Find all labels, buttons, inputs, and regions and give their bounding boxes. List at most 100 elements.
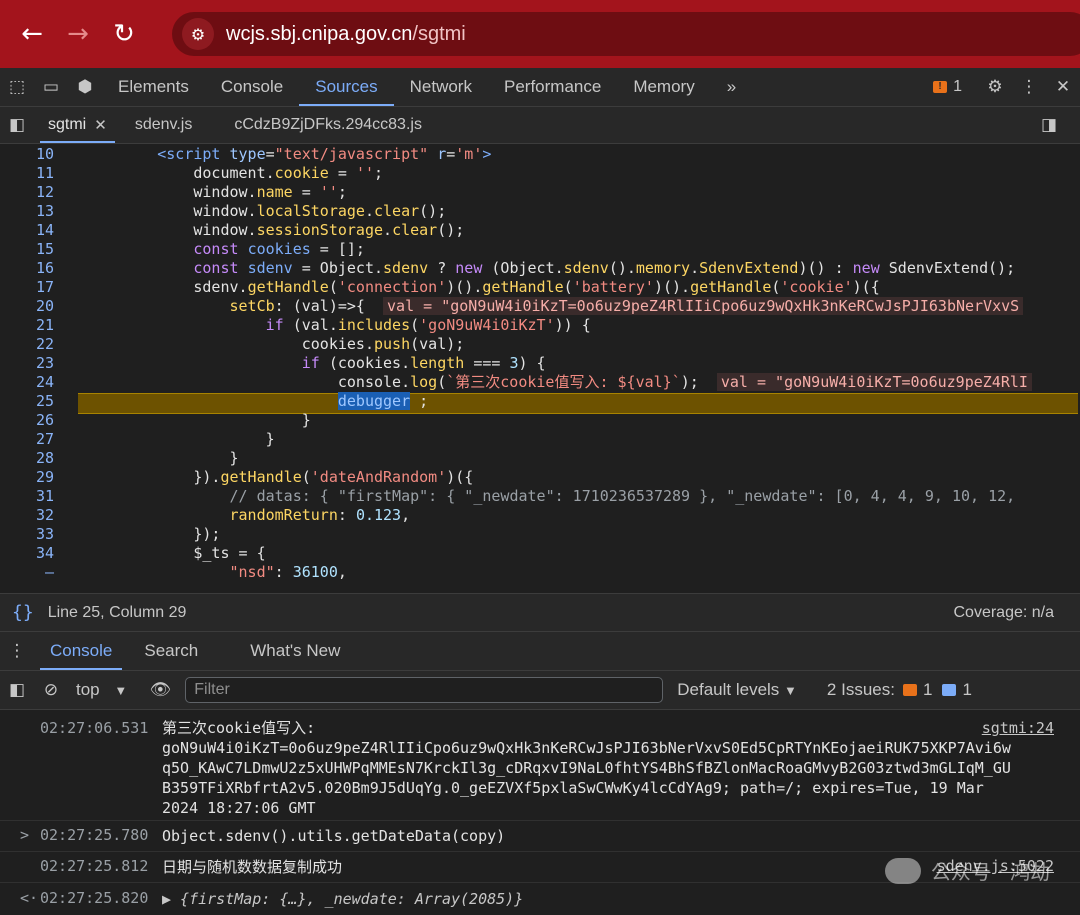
tab-sources[interactable]: Sources [299, 68, 395, 106]
tab-performance[interactable]: Performance [488, 68, 617, 106]
close-devtools-icon[interactable]: ✕ [1046, 77, 1080, 97]
devtools-tabbar: ⬚ ▭ ⬢ Elements Console Sources Network P… [0, 68, 1080, 107]
file-tab-sgtmi[interactable]: sgtmi ✕ [34, 107, 121, 143]
drawer-tab-whats-new[interactable]: What's New [234, 632, 356, 670]
line-number: 34 [35, 544, 54, 562]
drawer-menu-icon[interactable]: ⋮ [0, 641, 34, 661]
line-number: 21 [35, 316, 54, 334]
line-number: 33 [35, 525, 54, 543]
drawer-tabbar: ⋮ Console Search What's New [0, 632, 1080, 671]
url-field[interactable]: ⚙ wcjs.sbj.cnipa.gov.cn/sgtmi [172, 12, 1080, 56]
file-tabbar: ◧ sgtmi ✕ sdenv.js cCdzB9ZjDFks.294cc83.j… [0, 107, 1080, 144]
line-number: 27 [35, 430, 54, 448]
message-source-link[interactable]: sgtmi:24 [982, 719, 1054, 737]
code-line: 31 // datas: { "firstMap": { "_newdate":… [0, 487, 1080, 506]
result-prompt-icon: <· [20, 889, 39, 907]
console-output: 02:27:06.531 第三次cookie值写入: goN9uW4i0iKzT… [0, 710, 1080, 915]
watermark: 公众号 · 鸿劫 [884, 856, 1050, 885]
drawer-tab-search[interactable]: Search [128, 632, 214, 670]
code-line-paused: 25 debugger ; [0, 392, 1080, 411]
code-line: 32 randomReturn: 0.123, [0, 506, 1080, 525]
code-line: 33 }); [0, 525, 1080, 544]
line-number: 20 [35, 297, 54, 315]
issues-badge[interactable]: ! 1 [933, 78, 962, 96]
watermark-text: 公众号 · 鸿劫 [930, 860, 1050, 884]
code-line: 13 window.localStorage.clear(); [0, 202, 1080, 221]
reload-icon[interactable]: ↻ [110, 19, 138, 49]
navigator-toggle-icon[interactable]: ◧ [0, 115, 34, 135]
tab-console[interactable]: Console [205, 68, 299, 106]
console-message: 02:27:06.531 第三次cookie值写入: goN9uW4i0iKzT… [0, 710, 1080, 821]
context-selector[interactable]: top ▼ [76, 680, 127, 700]
forward-icon[interactable]: → [64, 19, 92, 49]
tab-network[interactable]: Network [394, 68, 488, 106]
wechat-logo-icon [884, 857, 921, 884]
debugger-toggle-icon[interactable]: ◨ [1032, 115, 1066, 135]
code-line: 16 const sdenv = Object.sdenv ? new (Obj… [0, 259, 1080, 278]
line-number: 16 [35, 259, 54, 277]
line-number: 31 [35, 487, 54, 505]
more-tabs-icon[interactable]: » [711, 68, 752, 106]
line-number: 24 [35, 373, 54, 391]
line-number: 22 [35, 335, 54, 353]
device-toolbar-icon[interactable]: ▭ [34, 77, 68, 97]
more-options-icon[interactable]: ⋮ [1012, 77, 1046, 97]
chevron-down-icon: ▼ [114, 683, 128, 698]
log-levels-dropdown[interactable]: Default levels ▼ [677, 680, 797, 700]
message-timestamp: 02:27:06.531 [40, 719, 149, 737]
drawer-tab-console[interactable]: Console [34, 632, 128, 670]
line-number: 23 [35, 354, 54, 372]
inspect-icon[interactable]: ⬚ [0, 77, 34, 97]
devtools-right: ! 1 ⚙ ⋮ ✕ [933, 68, 1080, 106]
message-timestamp: 02:27:25.780 [40, 826, 149, 844]
line-number: 11 [35, 164, 54, 182]
code-line: 22 cookies.push(val); [0, 335, 1080, 354]
console-message: <· 02:27:25.820 ▶ {firstMap: {…}, _newda… [0, 883, 1080, 915]
pretty-print-icon[interactable]: {} [12, 602, 34, 623]
code-line: 34 $_ts = { [0, 544, 1080, 563]
filter-input[interactable]: Filter [185, 677, 664, 703]
file-tab-sdenv[interactable]: sdenv.js [121, 107, 207, 143]
back-icon[interactable]: ← [18, 19, 46, 49]
code-line: – "nsd": 36100, [0, 563, 1080, 582]
extension-icon[interactable]: ⬢ [68, 77, 102, 97]
chevron-down-icon: ▼ [784, 683, 797, 698]
code-line: 21 if (val.includes('goN9uW4i0iKzT')) { [0, 316, 1080, 335]
info-issue-icon [942, 684, 957, 696]
code-line: 14 window.sessionStorage.clear(); [0, 221, 1080, 240]
line-number: 14 [35, 221, 54, 239]
tab-elements[interactable]: Elements [102, 68, 205, 106]
sources-status-bar: {} Line 25, Column 29 Coverage: n/a [0, 593, 1080, 632]
url-host: wcjs.sbj.cnipa.gov.cn [226, 22, 413, 45]
file-tab-label: sgtmi [48, 116, 87, 133]
code-editor[interactable]: 10 <script type="text/javascript" r='m'>… [0, 145, 1080, 593]
line-number: 17 [35, 278, 54, 296]
issue-icon: ! [933, 81, 948, 93]
issues-label: 2 Issues: [826, 680, 895, 699]
line-number: 25 [35, 392, 54, 410]
message-timestamp: 02:27:25.820 [40, 889, 149, 907]
clear-console-icon[interactable]: ⊘ [34, 680, 68, 700]
tab-memory[interactable]: Memory [617, 68, 710, 106]
line-number: 28 [35, 449, 54, 467]
console-toolbar: ◧ ⊘ top ▼ 👁 Filter Default levels ▼ 2 Is… [0, 671, 1080, 710]
sidebar-toggle-icon[interactable]: ◧ [0, 680, 34, 700]
code-line: 23 if (cookies.length === 3) { [0, 354, 1080, 373]
code-line: 24 console.log(`第三次cookie值写入: ${val}`); … [0, 373, 1080, 392]
code-line: 10 <script type="text/javascript" r='m'> [0, 145, 1080, 164]
warning-issue-icon [902, 684, 917, 696]
cursor-position: Line 25, Column 29 [47, 603, 187, 621]
console-message: > 02:27:25.780 Object.sdenv().utils.getD… [0, 821, 1080, 852]
issues-counter[interactable]: 2 Issues: 1 1 [827, 680, 972, 700]
code-line: 29 }).getHandle('dateAndRandom')({ [0, 468, 1080, 487]
line-number: 29 [35, 468, 54, 486]
message-text[interactable]: ▶ {firstMap: {…}, _newdate: Array(2085)} [162, 889, 523, 909]
file-tab-chunk[interactable]: cCdzB9ZjDFks.294cc83.js [220, 107, 436, 143]
message-text: 第三次cookie值写入: goN9uW4i0iKzT=0o6uz9peZ4Rl… [162, 719, 1011, 817]
settings-icon[interactable]: ⚙ [978, 77, 1012, 97]
close-icon[interactable]: ✕ [94, 107, 107, 143]
line-number: 32 [35, 506, 54, 524]
live-expression-eye-icon[interactable]: 👁 [143, 680, 177, 700]
site-info-icon[interactable]: ⚙ [182, 18, 214, 50]
input-prompt-icon: > [20, 826, 30, 844]
